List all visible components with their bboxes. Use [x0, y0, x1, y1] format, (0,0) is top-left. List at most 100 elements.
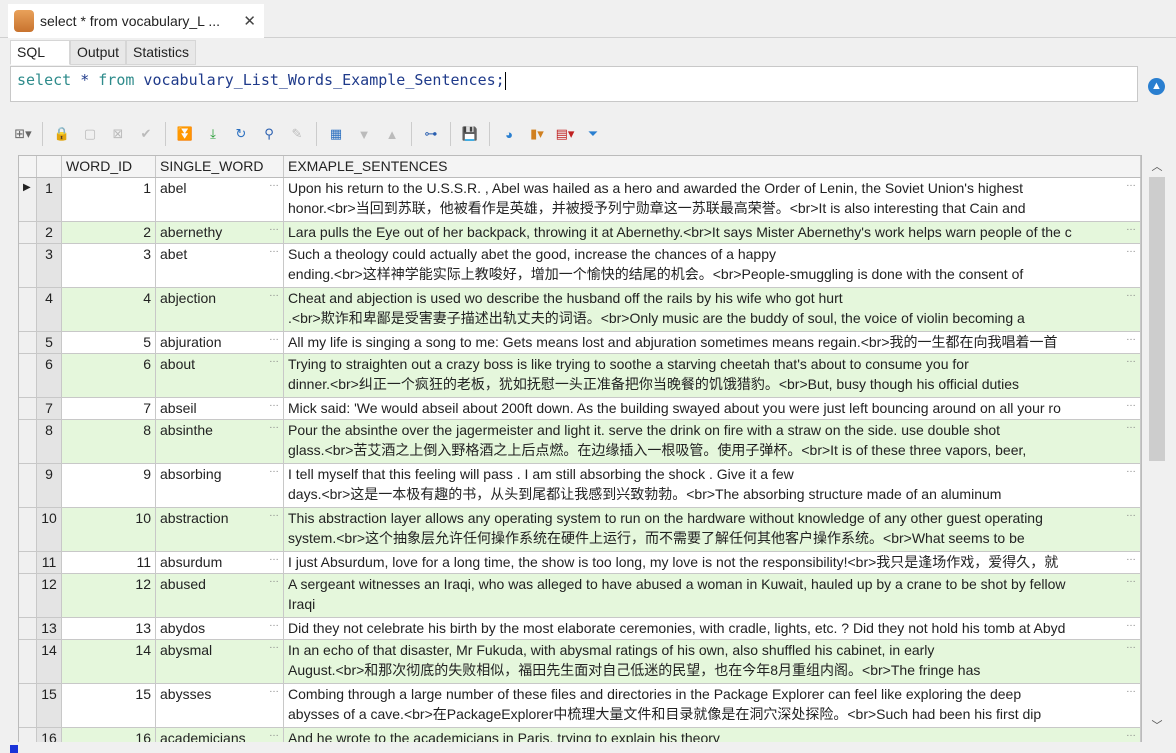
calculator-icon[interactable]: ▦	[327, 125, 345, 143]
query-tab[interactable]: select * from vocabulary_L ... ✕	[8, 4, 264, 38]
cell-example-sentences[interactable]: A sergeant witnesses an Iraqi, who was a…	[284, 574, 1141, 617]
cell-word-id[interactable]: 1	[62, 178, 156, 221]
cell-example-sentences[interactable]: Trying to straighten out a crazy boss is…	[284, 354, 1141, 397]
cell-single-word[interactable]: abseil…	[156, 398, 284, 419]
ellipsis-icon[interactable]: …	[269, 350, 279, 370]
table-row[interactable]: 15 15 abysses… Combing through a large n…	[19, 684, 1141, 728]
cell-word-id[interactable]: 3	[62, 244, 156, 287]
find-icon[interactable]: ⚲	[260, 125, 278, 143]
cell-single-word[interactable]: abstraction…	[156, 508, 284, 551]
sql-editor[interactable]: select * from vocabulary_List_Words_Exam…	[10, 66, 1138, 102]
filter-icon[interactable]: ⏷	[584, 125, 602, 143]
table-row[interactable]: 12 12 abused… A sergeant witnesses an Ir…	[19, 574, 1141, 618]
cell-example-sentences[interactable]: Such a theology could actually abet the …	[284, 244, 1141, 287]
cell-single-word[interactable]: abjection…	[156, 288, 284, 331]
ellipsis-icon[interactable]: …	[269, 328, 279, 348]
ellipsis-icon[interactable]: …	[269, 548, 279, 568]
ellipsis-icon[interactable]: …	[1126, 508, 1136, 524]
ellipsis-icon[interactable]: …	[269, 636, 279, 656]
ellipsis-icon[interactable]: …	[269, 460, 279, 480]
cell-example-sentences[interactable]: I just Absurdum, love for a long time, t…	[284, 552, 1141, 573]
ellipsis-icon[interactable]: …	[269, 174, 279, 194]
ellipsis-icon[interactable]: …	[1126, 464, 1136, 480]
save-icon[interactable]: 💾	[461, 125, 479, 143]
cell-example-sentences[interactable]: This abstraction layer allows any operat…	[284, 508, 1141, 551]
cell-word-id[interactable]: 2	[62, 222, 156, 243]
ellipsis-icon[interactable]: …	[1126, 332, 1136, 348]
cell-word-id[interactable]: 12	[62, 574, 156, 617]
ellipsis-icon[interactable]: …	[269, 570, 279, 590]
ellipsis-icon[interactable]: …	[1126, 420, 1136, 436]
ellipsis-icon[interactable]: …	[1126, 178, 1136, 194]
ellipsis-icon[interactable]: …	[1126, 684, 1136, 700]
cell-example-sentences[interactable]: I tell myself that this feeling will pas…	[284, 464, 1141, 507]
cell-single-word[interactable]: abysses…	[156, 684, 284, 727]
ellipsis-icon[interactable]: …	[1126, 574, 1136, 590]
cell-word-id[interactable]: 13	[62, 618, 156, 639]
cell-single-word[interactable]: abjuration…	[156, 332, 284, 353]
fetch-next-icon[interactable]: ⏬	[176, 125, 194, 143]
table-row[interactable]: 13 13 abydos… Did they not celebrate his…	[19, 618, 1141, 640]
cell-single-word[interactable]: abernethy…	[156, 222, 284, 243]
check-icon[interactable]: ✔	[137, 125, 155, 143]
cell-example-sentences[interactable]: Did they not celebrate his birth by the …	[284, 618, 1141, 639]
ellipsis-icon[interactable]: …	[1126, 398, 1136, 414]
lock-icon[interactable]: 🔒	[53, 125, 71, 143]
layout-icon[interactable]: ⊞▾	[14, 125, 32, 143]
cell-single-word[interactable]: absorbing…	[156, 464, 284, 507]
tab-statistics[interactable]: Statistics	[126, 40, 197, 65]
ellipsis-icon[interactable]: …	[269, 218, 279, 238]
cell-single-word[interactable]: absurdum…	[156, 552, 284, 573]
cell-example-sentences[interactable]: Combing through a large number of these …	[284, 684, 1141, 727]
ellipsis-icon[interactable]: …	[1126, 288, 1136, 304]
refresh-icon[interactable]: ↻	[232, 125, 250, 143]
table-row[interactable]: 7 7 abseil… Mick said: 'We would abseil …	[19, 398, 1141, 420]
delete-row-icon[interactable]: ⊠	[109, 125, 127, 143]
scroll-up-icon[interactable]: ︿	[1146, 158, 1168, 174]
ellipsis-icon[interactable]: …	[1126, 222, 1136, 238]
ellipsis-icon[interactable]: …	[269, 394, 279, 414]
cell-word-id[interactable]: 10	[62, 508, 156, 551]
cell-single-word[interactable]: about…	[156, 354, 284, 397]
table-row[interactable]: ▶ 1 1 abel… Upon his return to the U.S.S…	[19, 178, 1141, 222]
table-row[interactable]: 11 11 absurdum… I just Absurdum, love fo…	[19, 552, 1141, 574]
sort-desc-icon[interactable]: ▼	[355, 125, 373, 143]
table-row[interactable]: 6 6 about… Trying to straighten out a cr…	[19, 354, 1141, 398]
export-icon[interactable]: ◕	[500, 125, 518, 143]
ellipsis-icon[interactable]: …	[269, 504, 279, 524]
cell-example-sentences[interactable]: Cheat and abjection is used wo describe …	[284, 288, 1141, 331]
cell-word-id[interactable]: 7	[62, 398, 156, 419]
cell-example-sentences[interactable]: Lara pulls the Eye out of her backpack, …	[284, 222, 1141, 243]
column-header-example-sentences[interactable]: EXMAPLE_SENTENCES	[284, 156, 1141, 177]
ellipsis-icon[interactable]: …	[269, 680, 279, 700]
cell-word-id[interactable]: 11	[62, 552, 156, 573]
arrow-up-icon[interactable]: ▲	[1148, 78, 1165, 95]
ellipsis-icon[interactable]: …	[1126, 640, 1136, 656]
cell-single-word[interactable]: abydos…	[156, 618, 284, 639]
column-header-single-word[interactable]: SINGLE_WORD	[156, 156, 284, 177]
ellipsis-icon[interactable]: …	[269, 614, 279, 634]
cell-example-sentences[interactable]: In an echo of that disaster, Mr Fukuda, …	[284, 640, 1141, 683]
table-row[interactable]: 4 4 abjection… Cheat and abjection is us…	[19, 288, 1141, 332]
cell-example-sentences[interactable]: Upon his return to the U.S.S.R. , Abel w…	[284, 178, 1141, 221]
tree-icon[interactable]: ⊶	[422, 125, 440, 143]
close-icon[interactable]: ✕	[243, 12, 256, 30]
cell-word-id[interactable]: 6	[62, 354, 156, 397]
ellipsis-icon[interactable]: …	[269, 724, 279, 744]
cell-single-word[interactable]: abused…	[156, 574, 284, 617]
table-view-icon[interactable]: ▤▾	[556, 125, 575, 143]
table-row[interactable]: 5 5 abjuration… All my life is singing a…	[19, 332, 1141, 354]
cell-single-word[interactable]: abysmal…	[156, 640, 284, 683]
ellipsis-icon[interactable]: …	[1126, 618, 1136, 634]
table-row[interactable]: 10 10 abstraction… This abstraction laye…	[19, 508, 1141, 552]
eraser-icon[interactable]: ✎	[288, 125, 306, 143]
tab-sql[interactable]: SQL	[10, 40, 70, 65]
scrollbar-thumb[interactable]	[1149, 177, 1165, 461]
tab-output[interactable]: Output	[70, 40, 127, 65]
cell-word-id[interactable]: 8	[62, 420, 156, 463]
table-row[interactable]: 2 2 abernethy… Lara pulls the Eye out of…	[19, 222, 1141, 244]
cell-example-sentences[interactable]: Mick said: 'We would abseil about 200ft …	[284, 398, 1141, 419]
fetch-all-icon[interactable]: ⤓	[204, 125, 222, 143]
ellipsis-icon[interactable]: …	[1126, 354, 1136, 370]
cell-single-word[interactable]: abel…	[156, 178, 284, 221]
